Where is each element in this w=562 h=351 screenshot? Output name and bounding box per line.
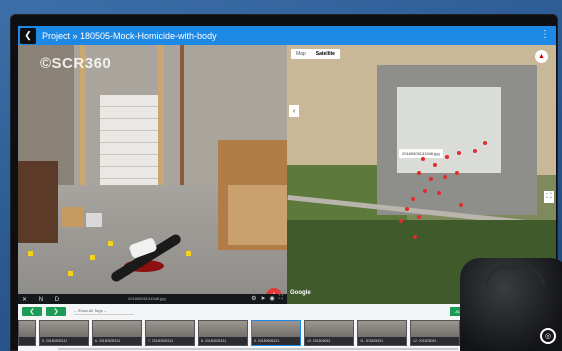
current-file-label: 20180505131546.jpg bbox=[128, 296, 166, 301]
thumbnail-caption: 9. 20180505131 bbox=[252, 337, 300, 345]
photo-location-pin[interactable] bbox=[473, 149, 477, 153]
scene-beam bbox=[180, 45, 184, 190]
map-tab-map[interactable]: Map bbox=[291, 49, 311, 59]
scene-garage-door bbox=[100, 95, 158, 185]
map-fullscreen-button[interactable]: ⛶ bbox=[544, 191, 554, 203]
photo-location-pin[interactable] bbox=[437, 191, 441, 195]
forward-icon[interactable]: ➤ bbox=[261, 295, 266, 302]
photo-location-pin[interactable] bbox=[433, 163, 437, 167]
thumbnail[interactable]: 10. 201805051 bbox=[304, 320, 354, 346]
thumbnail[interactable]: 12. 201805051 bbox=[410, 320, 460, 346]
chevron-left-icon: ❮ bbox=[24, 30, 32, 40]
thumbnail[interactable]: 7. 20180505131 bbox=[145, 320, 195, 346]
photo-location-pin[interactable] bbox=[483, 141, 487, 145]
thumbnail[interactable]: 8. 20180505131 bbox=[198, 320, 248, 346]
viewer-toolbar: ✕ N D 20180505131546.jpg ⚙ ➤ ◉ ⛶ bbox=[18, 294, 287, 304]
photo-location-pin[interactable] bbox=[411, 197, 415, 201]
photo-location-pin[interactable] bbox=[429, 177, 433, 181]
photo-location-pin[interactable] bbox=[417, 215, 421, 219]
photo-location-pin[interactable] bbox=[455, 171, 459, 175]
evidence-marker bbox=[68, 271, 73, 276]
thumbnail-list: 5. 20180505131 6. 20180505131 7. 2018050… bbox=[18, 320, 503, 346]
map-type-toggle: Map Satellite bbox=[291, 49, 340, 59]
panorama-viewer[interactable]: ©SCR360 + bbox=[18, 45, 287, 296]
photo-location-pin[interactable] bbox=[413, 235, 417, 239]
thumbnail-caption: 10. 201805051 bbox=[305, 337, 353, 345]
next-photo-button[interactable]: ❯ bbox=[46, 307, 66, 316]
thumbnail-caption: 6. 20180505131 bbox=[93, 337, 141, 345]
viewer-tools[interactable]: ✕ N D bbox=[22, 296, 64, 303]
scene-box bbox=[62, 207, 84, 227]
photo-location-pin[interactable] bbox=[457, 151, 461, 155]
back-button[interactable]: ❮ bbox=[20, 27, 36, 44]
thumbnail[interactable]: 11. 201805051 bbox=[357, 320, 407, 346]
prev-photo-button[interactable]: ❮ bbox=[22, 307, 42, 316]
evidence-marker bbox=[186, 251, 191, 256]
thumbnail-caption: 7. 20180505131 bbox=[146, 337, 194, 345]
thumbnail-caption: 12. 201805051 bbox=[411, 337, 459, 345]
thumbnail[interactable] bbox=[18, 320, 36, 346]
photo-location-pin[interactable] bbox=[417, 171, 421, 175]
settings-icon[interactable]: ⚙ bbox=[251, 295, 256, 302]
photo-location-pin[interactable] bbox=[399, 219, 403, 223]
chevron-left-icon: ❮ bbox=[29, 309, 35, 315]
photo-location-pin[interactable] bbox=[443, 175, 447, 179]
bag-logo-icon: ◎ bbox=[540, 328, 556, 344]
app-header: ❮ Project » 180505-Mock-Homicide-with-bo… bbox=[18, 26, 556, 45]
more-menu-icon[interactable]: ⋮ bbox=[540, 29, 550, 40]
fullscreen-icon: ⛶ bbox=[546, 193, 552, 200]
map-building bbox=[397, 87, 501, 173]
photo-location-pin[interactable] bbox=[459, 203, 463, 207]
thumbnail-selected[interactable]: 9. 20180505131 bbox=[251, 320, 301, 346]
thumbnail[interactable]: 5. 20180505131 bbox=[39, 320, 89, 346]
page-title: Project » 180505-Mock-Homicide-with-body bbox=[42, 30, 217, 41]
scr360-watermark: ©SCR360 bbox=[40, 55, 112, 72]
thumbnail[interactable]: 6. 20180505131 bbox=[92, 320, 142, 346]
scene-box bbox=[86, 213, 102, 227]
evidence-marker bbox=[28, 251, 33, 256]
compass-icon[interactable]: ▲ bbox=[535, 50, 548, 63]
photo-location-pin[interactable] bbox=[405, 207, 409, 211]
bag-handle bbox=[485, 266, 545, 286]
tag-filter-select[interactable]: -- Show All Tags -- bbox=[74, 308, 134, 315]
photo-location-pin[interactable] bbox=[421, 157, 425, 161]
fullscreen-icon[interactable]: ⛶ bbox=[279, 295, 283, 302]
chevron-left-icon: ‹ bbox=[292, 107, 296, 115]
scene-boxes bbox=[228, 185, 287, 245]
thumbnail-caption: 8. 20180505131 bbox=[199, 337, 247, 345]
strip-scrollbar[interactable] bbox=[58, 348, 458, 350]
photo-location-pin[interactable] bbox=[423, 189, 427, 193]
photo-location-pin[interactable] bbox=[445, 155, 449, 159]
evidence-marker bbox=[108, 241, 113, 246]
map-tab-satellite[interactable]: Satellite bbox=[311, 49, 340, 59]
scene-beam bbox=[158, 45, 164, 195]
thumbnail-caption: 11. 201805051 bbox=[358, 337, 406, 345]
evidence-marker bbox=[90, 255, 95, 260]
thumbnail-caption: 5. 20180505131 bbox=[40, 337, 88, 345]
google-attribution: Google bbox=[290, 290, 311, 296]
scene-cabinet bbox=[18, 161, 58, 243]
map-collapse-button[interactable]: ‹ bbox=[289, 105, 299, 117]
chevron-right-icon: ❯ bbox=[53, 309, 59, 315]
eye-icon[interactable]: ◉ bbox=[270, 295, 275, 302]
